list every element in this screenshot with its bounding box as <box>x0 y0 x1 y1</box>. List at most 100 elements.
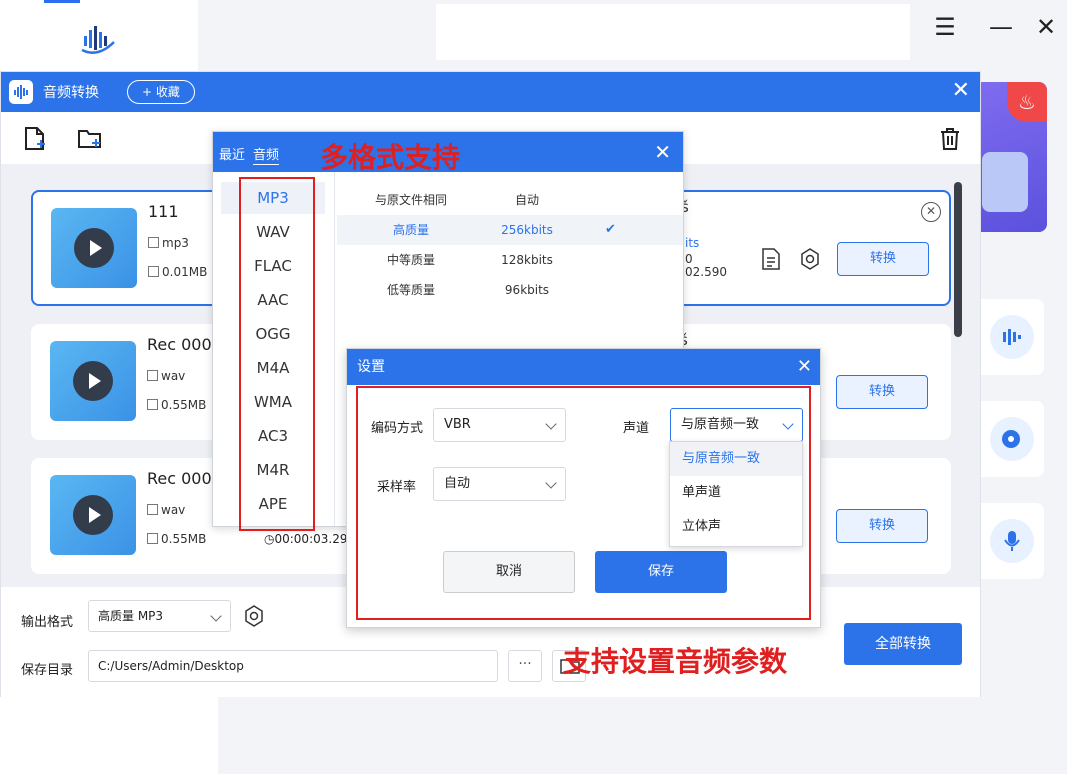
encoding-select[interactable]: VBR <box>433 408 566 442</box>
output-format-select[interactable]: 高质量 MP3 <box>88 600 231 632</box>
remove-file-icon[interactable]: ✕ <box>921 202 941 222</box>
quality-row[interactable]: 低等质量 96kbits <box>337 275 683 305</box>
quality-rate: 256kbits <box>501 223 553 237</box>
settings-title: 设置 <box>357 359 385 375</box>
quality-row[interactable]: 中等质量 128kbits <box>337 245 683 275</box>
trash-icon[interactable] <box>938 126 962 152</box>
convert-button[interactable]: 转换 <box>837 242 929 276</box>
audio-thumbnail <box>50 475 136 555</box>
file-format-icon <box>147 504 158 515</box>
format-item-aac[interactable]: AAC <box>221 284 325 316</box>
tool-card-2[interactable] <box>980 401 1044 477</box>
format-support-caption: 多格式支持 <box>320 141 461 174</box>
quality-row[interactable]: 与原文件相同 自动 <box>337 185 683 215</box>
close-icon[interactable]: ✕ <box>1031 12 1061 42</box>
folder-size-icon <box>148 266 159 277</box>
convert-all-button[interactable]: 全部转换 <box>844 623 962 665</box>
favorite-button[interactable]: + 收藏 <box>127 80 195 104</box>
format-item-wma[interactable]: WMA <box>221 386 325 418</box>
format-list: MP3 WAV FLAC AAC OGG M4A WMA AC3 M4R APE <box>213 172 335 526</box>
channel-label: 声道 <box>623 421 650 436</box>
output-format-label: 输出格式 <box>21 615 74 630</box>
format-item-flac[interactable]: FLAC <box>221 250 325 282</box>
quality-name: 与原文件相同 <box>374 193 447 207</box>
play-icon[interactable] <box>73 495 113 535</box>
file-format-icon <box>147 370 158 381</box>
file-name: 111 <box>148 202 179 221</box>
file-format: wav <box>147 503 185 517</box>
background-search-area <box>436 4 910 60</box>
settings-close-icon[interactable]: ✕ <box>797 349 812 385</box>
file-size: 0.01MB <box>148 265 207 279</box>
channel-option[interactable]: 单声道 <box>670 476 802 510</box>
quality-name: 高质量 <box>392 223 429 237</box>
play-icon[interactable] <box>74 228 114 268</box>
cancel-button[interactable]: 取消 <box>443 551 575 593</box>
folder-size-icon <box>147 533 158 544</box>
sidebar-active-indicator <box>44 0 80 3</box>
settings-support-caption: 支持设置音频参数 <box>563 645 788 678</box>
tab-recent[interactable]: 最近 <box>219 144 245 163</box>
app-logo-icon <box>81 26 115 54</box>
save-button[interactable]: 保存 <box>595 551 727 593</box>
settings-gear-icon[interactable] <box>799 248 821 270</box>
window-close-icon[interactable]: ✕ <box>952 78 970 103</box>
tool-card-3[interactable] <box>980 503 1044 579</box>
channel-option[interactable]: 与原音频一致 <box>670 442 802 476</box>
file-format-icon <box>148 237 159 248</box>
file-size: 0.55MB <box>147 398 206 412</box>
file-format: wav <box>147 369 185 383</box>
minimize-icon[interactable]: — <box>986 12 1016 42</box>
format-item-m4r[interactable]: M4R <box>221 454 325 486</box>
clock-icon: ◷ <box>264 532 275 546</box>
convert-button[interactable]: 转换 <box>836 375 928 409</box>
format-item-wav[interactable]: WAV <box>221 216 325 248</box>
audio-thumbnail <box>50 341 136 421</box>
channel-select[interactable]: 与原音频一致 <box>670 408 803 442</box>
quality-rate: 96kbits <box>504 283 550 297</box>
list-scrollbar[interactable] <box>954 182 962 337</box>
output-bitrate-fragment: its <box>685 236 700 250</box>
chevron-down-icon <box>782 418 794 430</box>
add-file-icon[interactable] <box>23 126 47 152</box>
quality-name: 低等质量 <box>386 283 435 297</box>
output-duration-fragment: 02.590 <box>685 265 727 279</box>
file-info-icon[interactable] <box>761 248 781 270</box>
format-item-ogg[interactable]: OGG <box>221 318 325 350</box>
browse-more-button[interactable]: ··· <box>508 650 542 682</box>
waveform-icon <box>990 315 1034 359</box>
window-titlebar: 音频转换 + 收藏 ✕ <box>1 72 980 112</box>
audio-app-icon <box>9 80 33 104</box>
output-settings-gear-icon[interactable] <box>243 605 265 627</box>
format-popup-close-icon[interactable]: ✕ <box>654 140 671 164</box>
contact-icon <box>982 152 1028 212</box>
convert-button[interactable]: 转换 <box>836 509 928 543</box>
folder-size-icon <box>147 399 158 410</box>
save-dir-input[interactable]: C:/Users/Admin/Desktop <box>88 650 498 682</box>
add-folder-icon[interactable] <box>77 126 103 152</box>
file-size: 0.55MB <box>147 532 206 546</box>
file-name: Rec 0000 <box>147 335 222 354</box>
format-item-ac3[interactable]: AC3 <box>221 420 325 452</box>
settings-header: 设置 ✕ <box>347 349 820 385</box>
microphone-icon <box>990 519 1034 563</box>
quality-rate: 128kbits <box>501 253 553 267</box>
menu-icon[interactable]: ☰ <box>930 12 960 42</box>
play-icon[interactable] <box>73 361 113 401</box>
quality-name: 中等质量 <box>386 253 435 267</box>
fire-icon: ♨ <box>1007 82 1047 122</box>
format-item-mp3[interactable]: MP3 <box>221 182 325 214</box>
tool-card-1[interactable] <box>980 299 1044 375</box>
samplerate-select[interactable]: 自动 <box>433 467 566 501</box>
samplerate-label: 采样率 <box>377 480 417 495</box>
format-item-m4a[interactable]: M4A <box>221 352 325 384</box>
tab-audio[interactable]: 音频 <box>253 144 280 165</box>
promo-banner[interactable]: ♨ <box>980 82 1047 232</box>
channel-option[interactable]: 立体声 <box>670 510 802 544</box>
window-title: 音频转换 <box>43 85 99 101</box>
encoding-label: 编码方式 <box>371 421 424 436</box>
quality-row[interactable]: 高质量 256kbits ✔ <box>337 215 683 245</box>
file-duration: ◷00:00:03.290 <box>264 532 356 546</box>
file-name: Rec 0000 <box>147 469 222 488</box>
format-item-ape[interactable]: APE <box>221 488 325 520</box>
